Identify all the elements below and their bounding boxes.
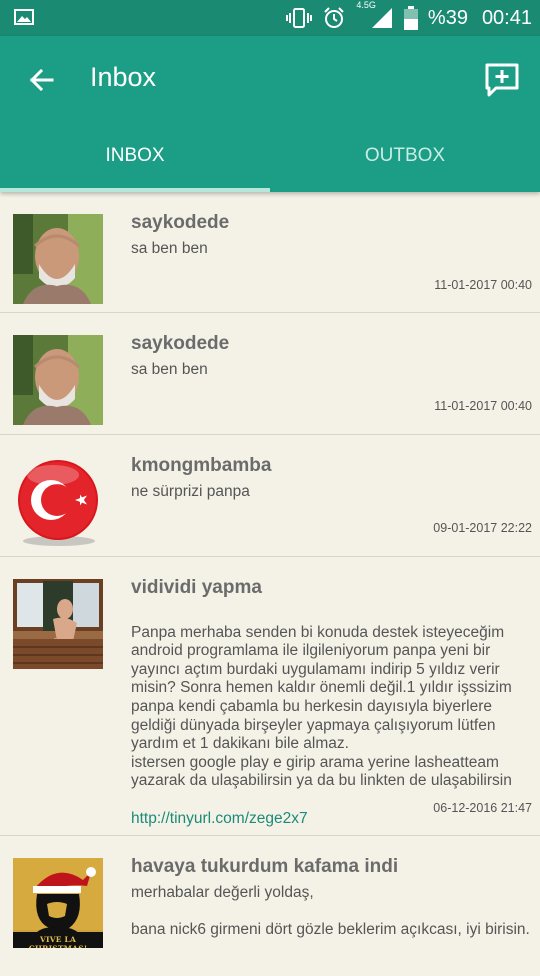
message-preview: sa ben ben: [131, 240, 208, 257]
message-date: 11-01-2017 00:40: [434, 399, 532, 413]
alarm-icon: [324, 7, 345, 28]
avatar: [13, 214, 103, 304]
sender-name: saykodede: [131, 212, 230, 233]
new-message-icon[interactable]: [482, 60, 522, 100]
message-date: 11-01-2017 00:40: [434, 278, 532, 292]
tab-inbox[interactable]: INBOX: [0, 126, 270, 192]
avatar: [13, 579, 103, 669]
message-preview: sa ben ben: [131, 361, 208, 378]
message-preview: ne sürprizi panpa: [131, 483, 250, 500]
list-item[interactable]: saykodede sa ben ben 11-01-2017 00:40: [0, 192, 540, 313]
signal-icon: [371, 8, 392, 28]
list-item[interactable]: vidividi yapma Panpa merhaba senden bi k…: [0, 557, 540, 836]
message-preview: Panpa merhaba senden bi konuda destek is…: [131, 605, 531, 828]
battery-percent: %39: [427, 6, 468, 29]
avatar: VIVE LA CHRISTMAS!: [13, 858, 103, 948]
back-arrow-icon[interactable]: [22, 60, 62, 100]
sender-name: kmongmbamba: [131, 455, 272, 476]
app-bar: Inbox INBOX OUTBOX: [0, 36, 540, 192]
sender-name: vidividi yapma: [131, 577, 262, 598]
battery-icon: [403, 6, 418, 30]
network-type: 4.5G: [356, 0, 376, 10]
vibrate-icon: [286, 8, 313, 28]
page-title: Inbox: [90, 62, 157, 92]
avatar-caption: VIVE LA CHRISTMAS!: [29, 935, 87, 948]
sender-name: saykodede: [131, 333, 230, 354]
message-date: 09-01-2017 22:22: [433, 521, 532, 535]
message-list: saykodede sa ben ben 11-01-2017 00:40 sa…: [0, 192, 540, 976]
tab-outbox[interactable]: OUTBOX: [270, 126, 540, 192]
clock: 00:41: [481, 6, 532, 29]
message-text: Panpa merhaba senden bi konuda destek is…: [131, 623, 512, 790]
list-item[interactable]: saykodede sa ben ben 11-01-2017 00:40: [0, 313, 540, 435]
list-item[interactable]: VIVE LA CHRISTMAS! havaya tukurdum kafam…: [0, 836, 540, 976]
sender-name: havaya tukurdum kafama indi: [131, 856, 399, 877]
gallery-icon: [14, 9, 34, 25]
message-preview: merhabalar değerli yoldaş, bana nick6 gi…: [131, 884, 530, 939]
message-link[interactable]: http://tinyurl.com/zege2x7: [131, 810, 308, 827]
message-date: 06-12-2016 21:47: [433, 801, 532, 815]
avatar: [13, 335, 103, 425]
list-item[interactable]: kmongmbamba ne sürprizi panpa 09-01-2017…: [0, 435, 540, 557]
status-bar: 4.5G %39 00:41: [0, 0, 540, 36]
avatar: [13, 457, 103, 547]
